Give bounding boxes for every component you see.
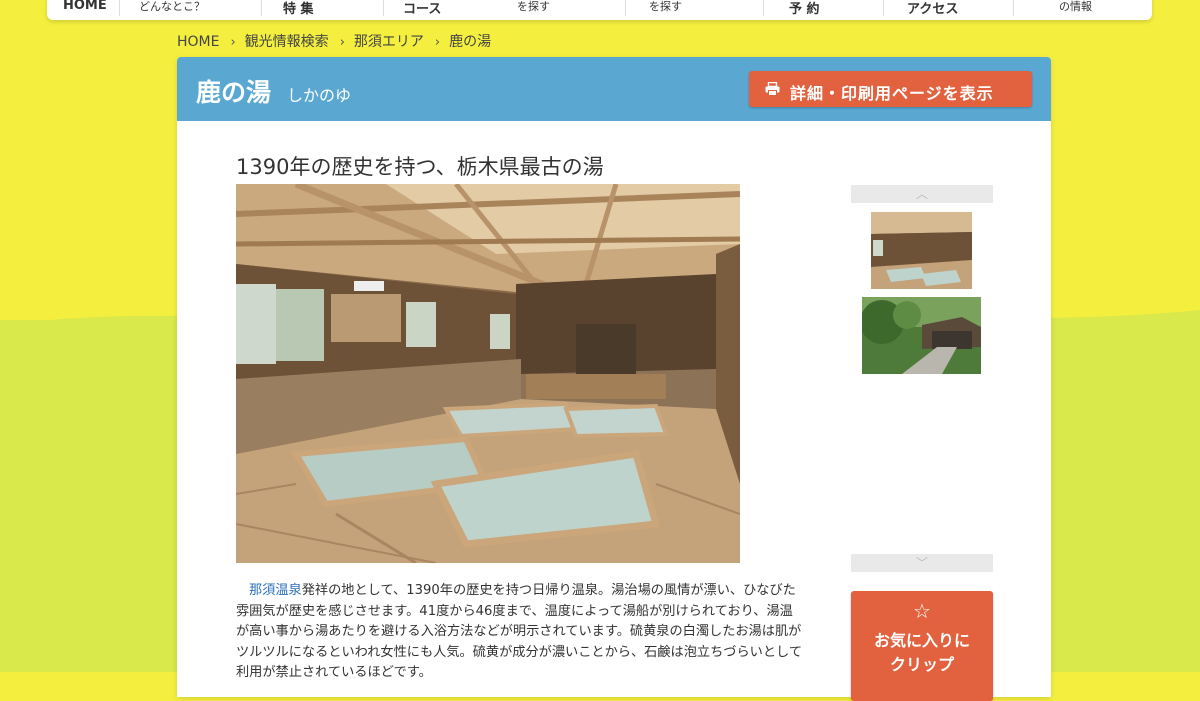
nav-reserve[interactable]: 予 約 (789, 0, 820, 20)
top-navigation: HOME どんなとこ？ 特 集 コース を探す を探す 予 約 アクセス の情報 (47, 0, 1152, 20)
headline: 1390年の歴史を持つ、栃木県最古の湯 (236, 155, 604, 179)
breadcrumb: HOME › 観光情報検索 › 那須エリア › 鹿の湯 (177, 31, 491, 51)
spot-description: 那須温泉発祥の地として、1390年の歴史を持つ日帰り温泉。湯治場の風情が漂い、ひ… (236, 581, 806, 684)
nav-search-2[interactable]: を探す (649, 0, 682, 20)
star-icon: ☆ (913, 599, 931, 623)
thumbnail-scroll-down[interactable]: ﹀ (851, 554, 993, 572)
page-title: 鹿の湯 (196, 78, 272, 107)
nav-about[interactable]: どんなとこ？ (139, 0, 205, 20)
chevron-right-icon: › (230, 35, 236, 50)
nav-feature[interactable]: 特 集 (283, 0, 314, 20)
chevron-down-icon: ﹀ (915, 556, 928, 570)
chevron-right-icon: › (339, 35, 345, 50)
card-header: 鹿の湯 しかのゆ 詳細・印刷用ページを表示 (177, 57, 1051, 121)
thumbnail-scroll-up[interactable]: ︿ (851, 185, 993, 203)
spot-detail-card: 鹿の湯 しかのゆ 詳細・印刷用ページを表示 1390年の歴史を持つ、栃木県最古の… (177, 57, 1051, 701)
description-text: 発祥の地として、1390年の歴史を持つ日帰り温泉。湯治場の風情が漂い、ひなびた雰… (236, 583, 803, 680)
nav-course[interactable]: コース (403, 0, 441, 20)
chevron-right-icon: › (434, 35, 441, 50)
breadcrumb-area[interactable]: 那須エリア (354, 31, 424, 51)
clip-label-line2: クリップ (889, 655, 954, 674)
onsen-link[interactable]: 那須温泉 (249, 583, 302, 598)
clip-label-line1: お気に入りに (873, 631, 970, 650)
title-reading: しかのゆ (287, 86, 352, 105)
breadcrumb-search[interactable]: 観光情報検索 (245, 31, 329, 51)
breadcrumb-current: 鹿の湯 (449, 34, 492, 50)
breadcrumb-home[interactable]: HOME (177, 34, 219, 50)
chevron-up-icon: ︿ (915, 187, 928, 201)
nav-home[interactable]: HOME (63, 0, 107, 20)
nav-access[interactable]: アクセス (907, 0, 958, 20)
favorite-clip-button[interactable]: ☆ お気に入りに クリップ (851, 591, 993, 701)
thumbnail-exterior[interactable] (862, 297, 981, 374)
nav-info[interactable]: の情報 (1059, 0, 1092, 20)
main-photo[interactable] (236, 184, 740, 563)
print-page-label: 詳細・印刷用ページを表示 (790, 84, 994, 103)
nav-search-1[interactable]: を探す (517, 0, 550, 20)
thumbnail-bathhouse[interactable] (871, 212, 972, 289)
printer-icon (765, 82, 780, 96)
print-page-button[interactable]: 詳細・印刷用ページを表示 (749, 71, 1032, 107)
